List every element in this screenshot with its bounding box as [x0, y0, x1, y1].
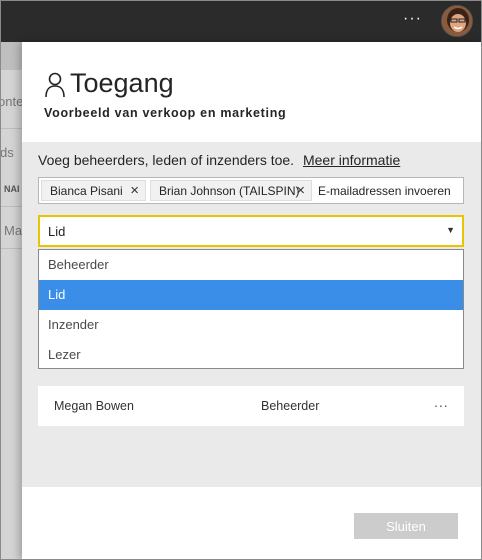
background-divider [0, 248, 22, 249]
dialog-subtitle: Voorbeeld van verkoop en marketing [44, 106, 287, 120]
people-picker[interactable]: Bianca Pisani × Brian Johnson (TAILSPIN)… [38, 177, 464, 204]
access-dialog: Toegang Voorbeeld van verkoop en marketi… [22, 42, 482, 560]
more-options-button[interactable]: ··· [403, 10, 422, 28]
role-option-inzender[interactable]: Inzender [39, 310, 463, 340]
avatar[interactable] [441, 5, 473, 37]
background-divider [0, 206, 22, 207]
intro-label: Voeg beheerders, leden of inzenders toe. [38, 152, 295, 168]
intro-text: Voeg beheerders, leden of inzenders toe.… [38, 152, 400, 168]
role-option-lid[interactable]: Lid [39, 280, 463, 310]
background-content [0, 70, 22, 560]
background-text: ds [0, 145, 14, 160]
role-select[interactable]: Lid ▼ [38, 215, 464, 247]
dialog-body: Voeg beheerders, leden of inzenders toe.… [22, 142, 482, 487]
dialog-footer: Sluiten [22, 487, 482, 560]
person-chip-name: Bianca Pisani [50, 184, 123, 198]
dialog-title: Toegang [70, 68, 174, 98]
chevron-down-icon: ▼ [446, 225, 455, 235]
background-header [0, 42, 22, 70]
table-row: Megan Bowen Beheerder ... [38, 386, 464, 426]
row-more-button[interactable]: ... [434, 394, 449, 410]
dialog-header: Toegang Voorbeeld van verkoop en marketi… [22, 42, 482, 142]
member-permission: Beheerder [261, 399, 320, 413]
close-button[interactable]: Sluiten [354, 513, 458, 539]
person-chip: Bianca Pisani × [41, 180, 146, 201]
remove-person-icon[interactable]: × [130, 182, 139, 199]
background-divider [0, 128, 22, 129]
role-option-beheerder[interactable]: Beheerder [39, 250, 463, 280]
email-input[interactable] [318, 182, 458, 200]
background-text: NAI [4, 184, 20, 194]
avatar-image [442, 6, 472, 36]
member-name: Megan Bowen [54, 399, 134, 413]
more-info-link[interactable]: Meer informatie [303, 152, 400, 168]
role-select-value: Lid [48, 224, 66, 239]
top-bar: ··· [0, 0, 482, 42]
background-text: onte [0, 94, 24, 109]
role-options-list: Beheerder Lid Inzender Lezer [38, 249, 464, 369]
background-page [0, 42, 22, 560]
person-chip-name: Brian Johnson (TAILSPIN) [159, 184, 300, 198]
background-text: Ma [4, 223, 23, 238]
person-chip: Brian Johnson (TAILSPIN) × [150, 180, 312, 201]
person-icon [45, 72, 65, 98]
role-option-lezer[interactable]: Lezer [39, 340, 463, 370]
remove-person-icon[interactable]: × [296, 182, 305, 199]
